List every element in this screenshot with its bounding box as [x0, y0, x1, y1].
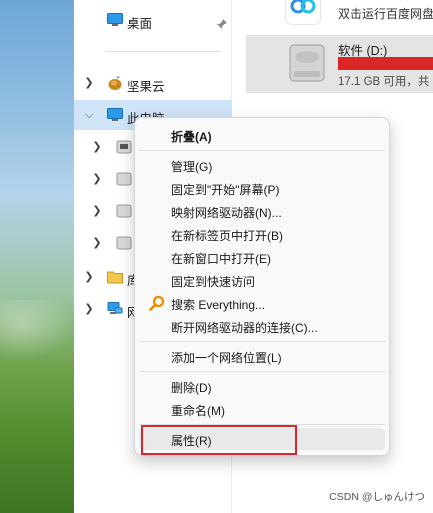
chevron-right-icon[interactable]: ❯ — [92, 164, 102, 194]
drive-icon — [116, 140, 132, 154]
menu-separator — [139, 341, 385, 342]
drive-icon — [116, 204, 132, 218]
nav-item-nutstore[interactable]: ❯ 坚果云 — [74, 68, 232, 98]
drive-icon — [116, 172, 132, 186]
menu-item-disconnect-network-drive[interactable]: 断开网络驱动器的连接(C)... — [139, 315, 385, 337]
chevron-right-icon[interactable]: ❯ — [92, 228, 102, 258]
menu-item-rename[interactable]: 重命名(M) — [139, 398, 385, 420]
drive-tile-d[interactable]: 软件 (D:) 17.1 GB 可用，共 — [246, 35, 433, 93]
desktop-icon — [107, 13, 123, 26]
chevron-down-icon[interactable]: ⌵ — [84, 100, 94, 130]
context-menu: 折叠(A) 管理(G) 固定到"开始"屏幕(P) 映射网络驱动器(N)... 在… — [134, 117, 390, 456]
menu-separator — [139, 150, 385, 151]
menu-item-label: 映射网络驱动器(N)... — [171, 206, 282, 220]
menu-item-manage[interactable]: 管理(G) — [139, 154, 385, 176]
menu-item-add-network-location[interactable]: 添加一个网络位置(L) — [139, 345, 385, 367]
chevron-right-icon[interactable]: ❯ — [84, 262, 94, 292]
desktop-wallpaper — [0, 0, 74, 513]
menu-item-label: 管理(G) — [171, 160, 213, 174]
menu-item-label: 在新标签页中打开(B) — [171, 229, 283, 243]
nutstore-icon — [108, 76, 122, 90]
menu-item-label: 重命名(M) — [171, 404, 225, 418]
network-icon — [107, 302, 123, 314]
menu-separator — [139, 371, 385, 372]
menu-item-label: 固定到快速访问 — [171, 275, 256, 289]
menu-item-map-network-drive[interactable]: 映射网络驱动器(N)... — [139, 200, 385, 222]
nav-item-label: 桌面 — [127, 17, 153, 31]
nav-separator — [106, 51, 220, 52]
chevron-right-icon[interactable]: ❯ — [84, 294, 94, 324]
menu-item-label: 搜索 Everything... — [171, 298, 266, 312]
menu-item-search-everything[interactable]: 搜索 Everything... — [139, 292, 385, 314]
chevron-right-icon[interactable]: ❯ — [92, 132, 102, 162]
menu-item-label: 在新窗口中打开(E) — [171, 252, 271, 266]
app-label: 双击运行百度网盘 — [338, 7, 433, 21]
chevron-right-icon[interactable]: ❯ — [84, 68, 94, 98]
nav-item-label: 坚果云 — [127, 80, 165, 94]
menu-item-collapse[interactable]: 折叠(A) — [139, 124, 385, 146]
menu-item-label: 折叠(A) — [171, 130, 212, 144]
menu-item-label: 添加一个网络位置(L) — [171, 351, 282, 365]
drive-free-space: 17.1 GB 可用，共 — [338, 76, 430, 88]
hard-drive-icon — [289, 44, 325, 82]
drive-icon — [116, 236, 132, 250]
chevron-right-icon[interactable]: ❯ — [92, 196, 102, 226]
menu-item-label: 固定到"开始"屏幕(P) — [171, 183, 280, 197]
menu-item-pin-quick-access[interactable]: 固定到快速访问 — [139, 269, 385, 291]
menu-item-open-new-window[interactable]: 在新窗口中打开(E) — [139, 246, 385, 268]
drive-usage-fill — [338, 57, 433, 70]
baidu-netdisk-shortcut[interactable]: 双击运行百度网盘 — [232, 0, 433, 26]
menu-item-pin-to-start[interactable]: 固定到"开始"屏幕(P) — [139, 177, 385, 199]
search-everything-icon — [149, 295, 165, 311]
nav-item-desktop[interactable]: 桌面 — [74, 5, 232, 35]
folder-icon — [107, 271, 123, 284]
menu-item-delete[interactable]: 删除(D) — [139, 375, 385, 397]
menu-item-label: 断开网络驱动器的连接(C)... — [171, 321, 318, 335]
watermark: CSDN @しゅんけつ — [329, 491, 425, 503]
pin-icon[interactable] — [216, 18, 228, 30]
menu-item-open-new-tab[interactable]: 在新标签页中打开(B) — [139, 223, 385, 245]
menu-item-label: 删除(D) — [171, 381, 212, 395]
this-pc-icon — [107, 108, 123, 121]
annotation-highlight-box — [141, 425, 297, 455]
drive-usage-bar — [338, 57, 433, 70]
baidu-netdisk-icon — [286, 0, 320, 24]
